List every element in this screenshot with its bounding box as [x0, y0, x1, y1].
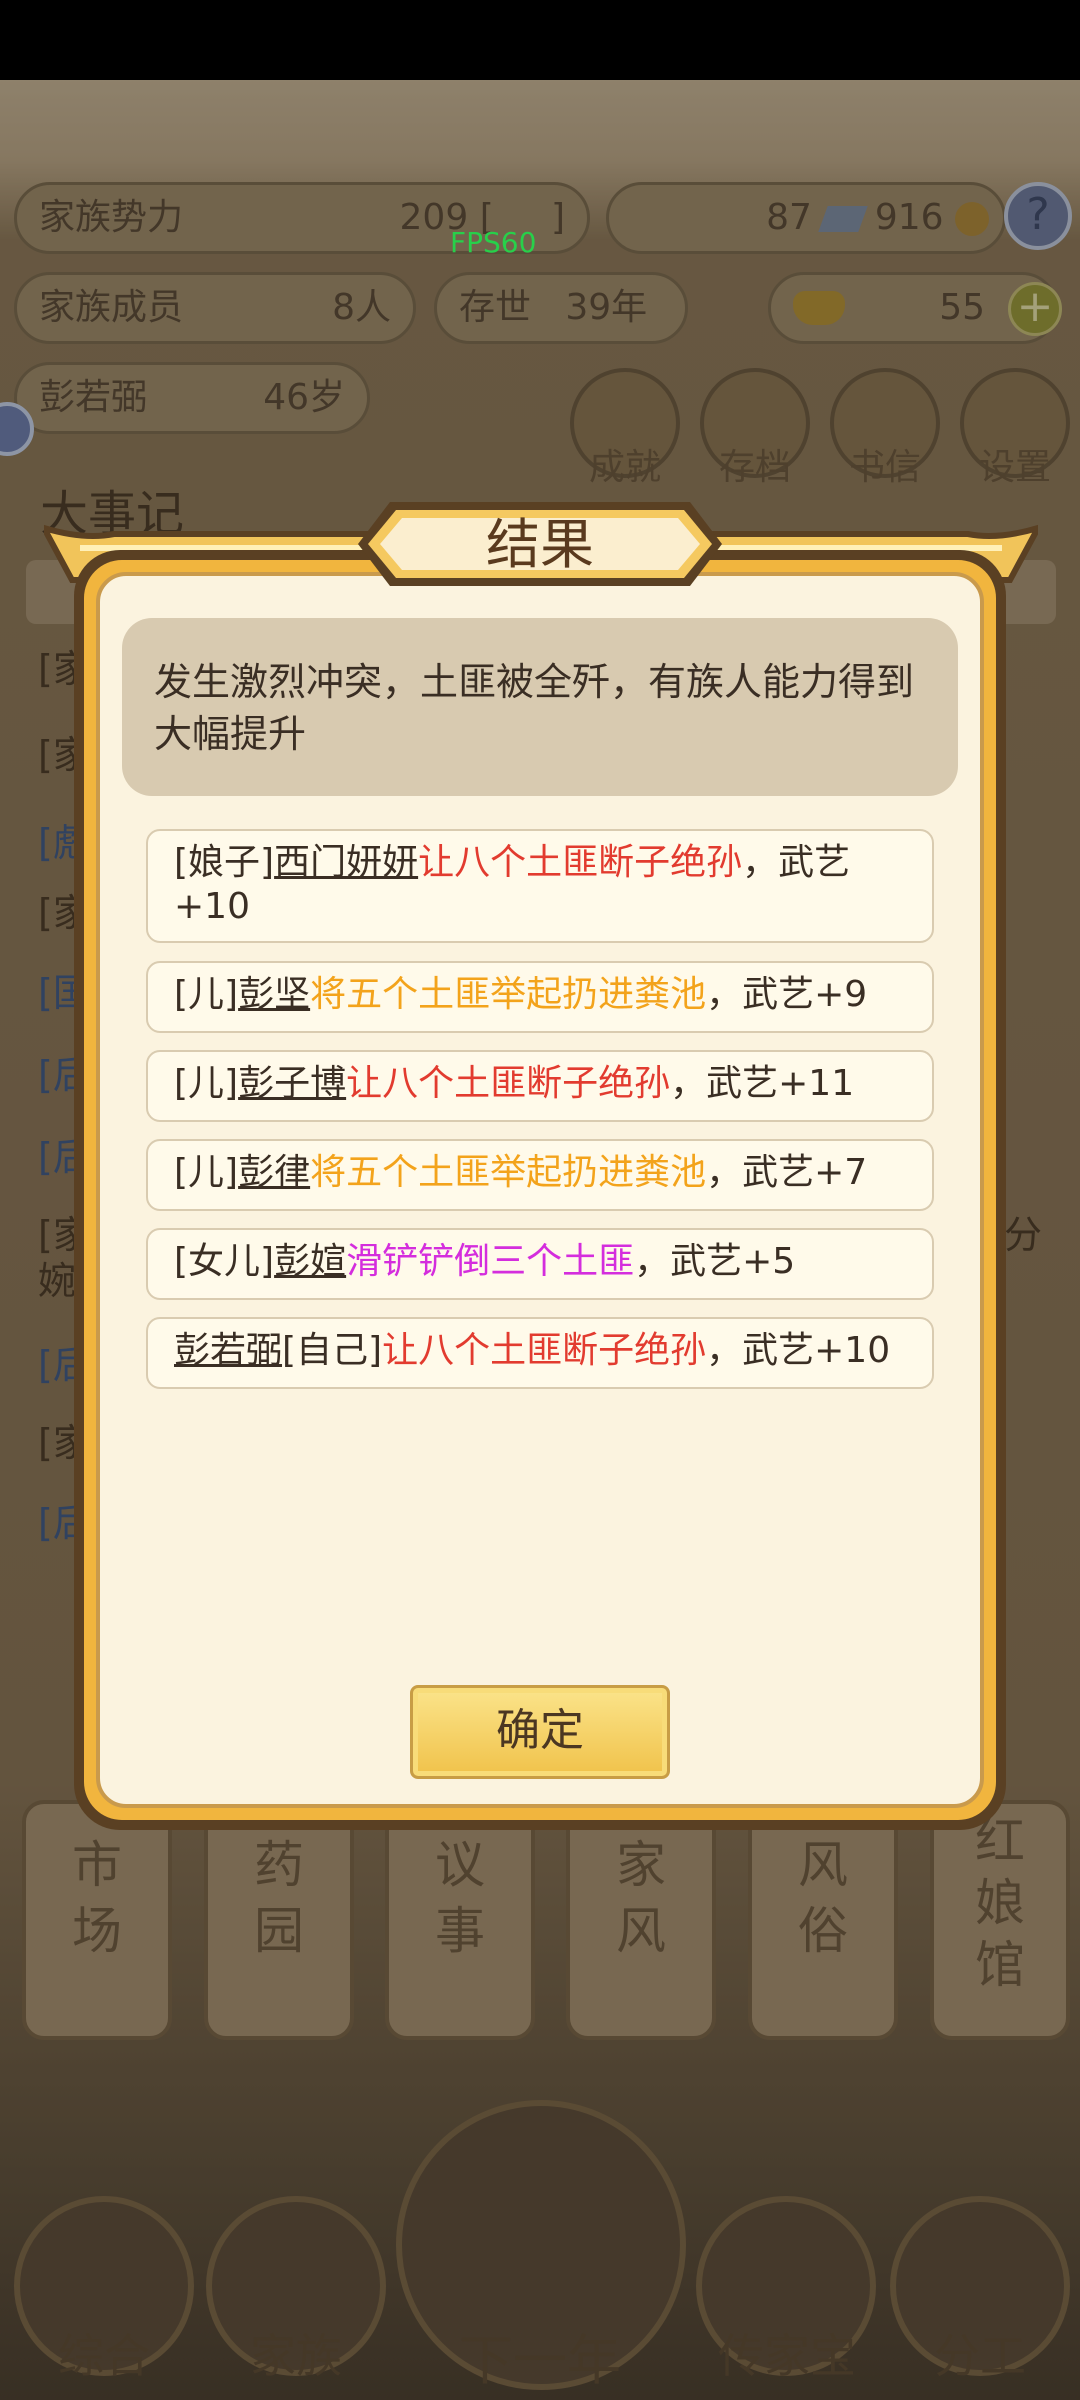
result-row: [儿]彭坚将五个土匪举起扔进粪池，武艺+9	[146, 961, 934, 1033]
dialog-title: 结果	[486, 513, 594, 576]
row-result: ，武艺+7	[706, 1152, 868, 1193]
row-action: 将五个土匪举起扔进粪池	[310, 974, 707, 1015]
row-relation: [自己]	[282, 1330, 383, 1371]
row-relation: [儿]	[174, 974, 239, 1015]
row-action: 滑铲铲倒三个土匪	[346, 1241, 635, 1282]
status-bar	[0, 0, 1080, 80]
row-member-name[interactable]: 彭媗	[274, 1241, 346, 1282]
result-row: [儿]彭子博让八个土匪断子绝孙，武艺+11	[146, 1050, 934, 1122]
result-row: [女儿]彭媗滑铲铲倒三个土匪，武艺+5	[146, 1228, 934, 1300]
result-row: [娘子]西门妍妍让八个土匪断子绝孙，武艺+10	[146, 829, 934, 943]
row-member-name[interactable]: 西门妍妍	[274, 842, 418, 883]
row-relation: [女儿]	[174, 1241, 275, 1282]
row-result: ，武艺+9	[706, 974, 868, 1015]
row-action: 将五个土匪举起扔进粪池	[310, 1152, 707, 1193]
row-member-name[interactable]: 彭子博	[238, 1063, 346, 1104]
row-member-name[interactable]: 彭坚	[238, 974, 310, 1015]
row-action: 让八个土匪断子绝孙	[346, 1063, 671, 1104]
row-result: ，武艺+5	[634, 1241, 796, 1282]
row-relation: [儿]	[174, 1063, 239, 1104]
row-member-name[interactable]: 彭若弼	[174, 1330, 282, 1371]
confirm-button[interactable]: 确定	[410, 1685, 670, 1779]
row-result: ，武艺+10	[706, 1330, 891, 1371]
result-summary: 发生激烈冲突，土匪被全歼，有族人能力得到大幅提升	[122, 618, 958, 796]
row-action: 让八个土匪断子绝孙	[418, 842, 743, 883]
row-action: 让八个土匪断子绝孙	[382, 1330, 707, 1371]
fps-counter: FPS60	[450, 226, 537, 259]
result-row: 彭若弼[自己]让八个土匪断子绝孙，武艺+10	[146, 1317, 934, 1389]
row-member-name[interactable]: 彭律	[238, 1152, 310, 1193]
row-relation: [娘子]	[174, 842, 275, 883]
result-row: [儿]彭律将五个土匪举起扔进粪池，武艺+7	[146, 1139, 934, 1211]
row-relation: [儿]	[174, 1152, 239, 1193]
row-result: ，武艺+11	[670, 1063, 855, 1104]
